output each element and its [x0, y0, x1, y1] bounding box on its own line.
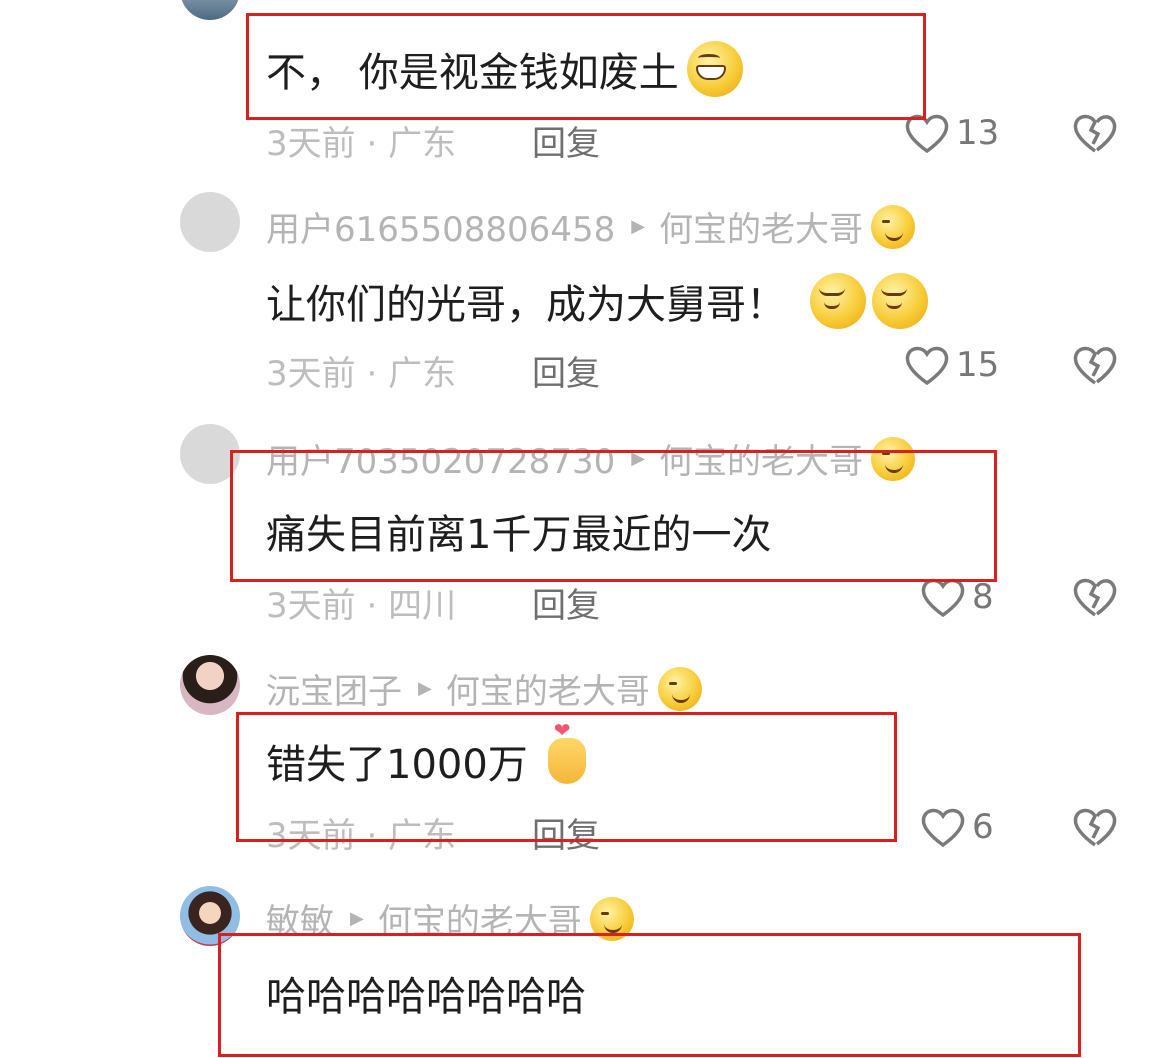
comment-meta: 3天前 · 广东	[266, 124, 457, 164]
username[interactable]: 沅宝团子	[266, 664, 402, 713]
dislike-button[interactable]	[1072, 344, 1118, 390]
reply-arrow-icon: ▶	[350, 908, 364, 929]
user-line: 沅宝团子 ▶ 何宝的老大哥	[266, 664, 702, 713]
username[interactable]: 敏敏	[266, 894, 334, 943]
like-count: 8	[972, 577, 994, 617]
avatar[interactable]	[180, 655, 240, 715]
dislike-button[interactable]	[1072, 806, 1118, 852]
dislike-button[interactable]	[1072, 112, 1118, 158]
like-count: 6	[972, 807, 994, 847]
comment-meta: 3天前 · 广东	[266, 354, 457, 394]
reply-button[interactable]: 回复	[532, 578, 600, 627]
like-count: 15	[956, 345, 1000, 385]
comment-meta: 3天前 · 四川	[266, 586, 457, 626]
wink-emoji-icon	[657, 666, 702, 711]
wink-emoji-icon	[871, 436, 916, 481]
like-count: 13	[956, 113, 1000, 153]
finger-heart-emoji-icon	[547, 718, 586, 784]
broken-heart-icon	[1073, 578, 1117, 617]
reply-to-name[interactable]: 何宝的老大哥	[446, 664, 650, 713]
user-line: 敏敏 ▶ 何宝的老大哥	[266, 894, 634, 943]
comment-text: 让你们的光哥，成为大舅哥！	[266, 272, 928, 330]
avatar[interactable]	[180, 192, 240, 252]
heart-icon	[921, 578, 965, 618]
like-button[interactable]: 8	[920, 576, 994, 618]
reply-to-name[interactable]: 何宝的老大哥	[659, 202, 863, 251]
broken-heart-icon	[1073, 114, 1117, 153]
reply-to-name[interactable]: 何宝的老大哥	[378, 894, 582, 943]
comment-text: 哈哈哈哈哈哈哈哈	[266, 974, 586, 1020]
user-line: 用户6165508806458 ▶ 何宝的老大哥	[266, 202, 916, 251]
comment-meta: 3天前 · 广东	[266, 816, 457, 856]
avatar[interactable]	[180, 424, 240, 484]
smirk-emoji-icon	[872, 273, 928, 329]
like-button[interactable]: 13	[904, 112, 999, 154]
reply-arrow-icon: ▶	[631, 216, 646, 237]
username[interactable]: 用户7035020728730	[266, 434, 615, 483]
user-line: 用户7035020728730 ▶ 何宝的老大哥	[266, 434, 916, 483]
wink-emoji-icon	[871, 204, 916, 249]
avatar[interactable]	[180, 886, 240, 946]
dislike-button[interactable]	[1072, 576, 1118, 622]
grin-emoji-icon	[686, 41, 743, 97]
broken-heart-icon	[1073, 808, 1117, 847]
reply-button[interactable]: 回复	[532, 116, 600, 165]
reply-button[interactable]: 回复	[532, 808, 600, 857]
comment-text: 错失了1000万	[266, 718, 586, 790]
broken-heart-icon	[1073, 346, 1117, 385]
comment-text: 不， 你是视金钱如废土	[266, 40, 743, 98]
wink-emoji-icon	[589, 896, 634, 941]
heart-icon	[905, 114, 949, 154]
heart-icon	[921, 808, 965, 848]
reply-button[interactable]: 回复	[532, 346, 600, 395]
reply-to-name[interactable]: 何宝的老大哥	[659, 434, 863, 483]
like-button[interactable]: 6	[920, 806, 994, 848]
heart-icon	[905, 346, 949, 386]
reply-arrow-icon: ▶	[418, 678, 432, 699]
comment-text: 痛失目前离1千万最近的一次	[266, 512, 772, 558]
like-button[interactable]: 15	[904, 344, 999, 386]
username[interactable]: 用户6165508806458	[266, 202, 615, 251]
smirk-emoji-icon	[810, 273, 866, 329]
reply-arrow-icon: ▶	[631, 448, 646, 469]
avatar[interactable]	[180, 0, 240, 20]
